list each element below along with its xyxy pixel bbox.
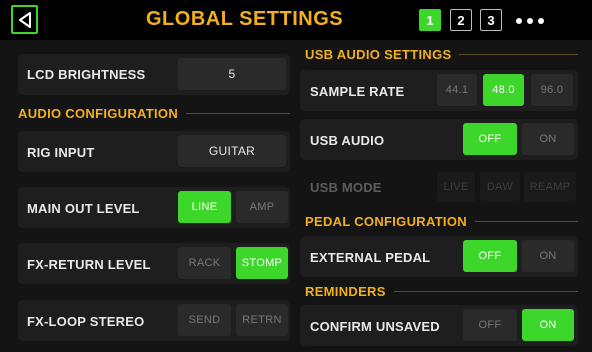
fx-loop-stereo-label: FX-LOOP STEREO: [27, 314, 145, 329]
sample-rate-96-button[interactable]: 96.0: [531, 74, 573, 106]
fx-loop-stereo-row: FX-LOOP STEREO SEND RETRN: [18, 300, 290, 341]
usb-mode-reamp-button[interactable]: REAMP: [524, 172, 576, 202]
sample-rate-44-button[interactable]: 44.1: [437, 74, 477, 106]
fx-return-level-row: FX-RETURN LEVEL RACK STOMP: [18, 243, 290, 284]
external-pedal-row: EXTERNAL PEDAL OFF ON: [300, 236, 578, 277]
usb-mode-row: USB MODE LIVE DAW REAMP: [300, 169, 578, 205]
audio-configuration-section: AUDIO CONFIGURATION: [18, 106, 290, 121]
usb-mode-live-button[interactable]: LIVE: [437, 172, 475, 202]
external-pedal-on-button[interactable]: ON: [522, 240, 574, 272]
page-title: GLOBAL SETTINGS: [146, 8, 344, 30]
audio-configuration-label: AUDIO CONFIGURATION: [18, 106, 179, 121]
rig-input-value[interactable]: GUITAR: [178, 135, 286, 167]
usb-audio-settings-label: USB AUDIO SETTINGS: [305, 47, 452, 62]
usb-audio-label: USB AUDIO: [310, 133, 385, 148]
rig-input-row: RIG INPUT GUITAR: [18, 131, 290, 172]
pedal-configuration-section: PEDAL CONFIGURATION: [305, 214, 578, 229]
back-button[interactable]: [11, 5, 38, 34]
confirm-unsaved-off-button[interactable]: OFF: [463, 309, 517, 341]
fx-return-rack-button[interactable]: RACK: [178, 247, 231, 279]
usb-audio-row: USB AUDIO OFF ON: [300, 119, 578, 160]
main-out-line-button[interactable]: LINE: [178, 191, 231, 223]
usb-mode-daw-button[interactable]: DAW: [480, 172, 520, 202]
external-pedal-off-button[interactable]: OFF: [463, 240, 517, 272]
confirm-unsaved-on-button[interactable]: ON: [522, 309, 574, 341]
external-pedal-label: EXTERNAL PEDAL: [310, 250, 431, 265]
usb-audio-on-button[interactable]: ON: [522, 123, 574, 155]
fx-return-level-label: FX-RETURN LEVEL: [27, 257, 151, 272]
fx-return-stomp-button[interactable]: STOMP: [236, 247, 288, 279]
fx-loop-retrn-button[interactable]: RETRN: [236, 304, 288, 336]
sample-rate-48-button[interactable]: 48.0: [483, 74, 524, 106]
sample-rate-label: SAMPLE RATE: [310, 84, 405, 99]
lcd-brightness-label: LCD BRIGHTNESS: [27, 67, 146, 82]
usb-audio-settings-section: USB AUDIO SETTINGS: [305, 47, 578, 62]
main-out-level-row: MAIN OUT LEVEL LINE AMP: [18, 187, 290, 228]
top-bar: GLOBAL SETTINGS 1 2 3: [0, 0, 592, 40]
usb-audio-off-button[interactable]: OFF: [463, 123, 517, 155]
usb-mode-label: USB MODE: [310, 180, 382, 195]
lcd-brightness-row: LCD BRIGHTNESS 5: [18, 54, 290, 95]
confirm-unsaved-row: CONFIRM UNSAVED OFF ON: [300, 305, 578, 346]
more-dots-icon[interactable]: [516, 18, 544, 24]
rig-input-label: RIG INPUT: [27, 145, 95, 160]
reminders-section: REMINDERS: [305, 284, 578, 299]
main-out-amp-button[interactable]: AMP: [236, 191, 288, 223]
back-triangle-icon: [18, 11, 31, 28]
sample-rate-row: SAMPLE RATE 44.1 48.0 96.0: [300, 70, 578, 111]
fx-loop-send-button[interactable]: SEND: [178, 304, 231, 336]
page-1-button[interactable]: 1: [419, 9, 441, 31]
lcd-brightness-value[interactable]: 5: [178, 58, 286, 90]
pedal-configuration-label: PEDAL CONFIGURATION: [305, 214, 467, 229]
confirm-unsaved-label: CONFIRM UNSAVED: [310, 319, 440, 334]
main-out-level-label: MAIN OUT LEVEL: [27, 201, 140, 216]
reminders-label: REMINDERS: [305, 284, 386, 299]
page-3-button[interactable]: 3: [480, 9, 502, 31]
page-2-button[interactable]: 2: [450, 9, 472, 31]
